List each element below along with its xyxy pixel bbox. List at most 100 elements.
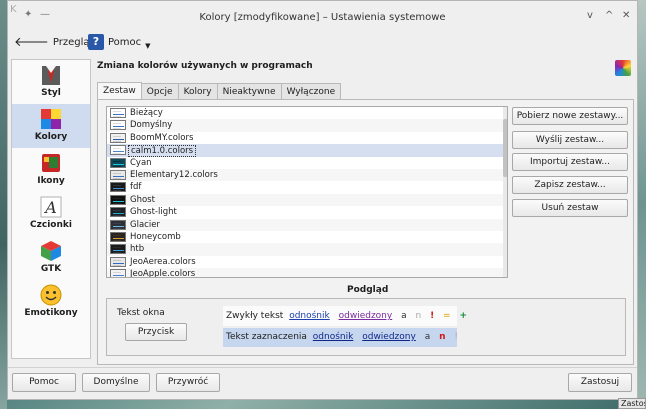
- scheme-list-item[interactable]: calm1.0.colors: [107, 144, 503, 158]
- sidebar-item-label: Styl: [41, 88, 61, 98]
- scheme-list-item[interactable]: Honeycomb: [107, 231, 503, 243]
- reset-button[interactable]: Przywróć: [156, 373, 220, 392]
- scheme-name: Glacier: [130, 219, 160, 230]
- sidebar-item-kolory[interactable]: Kolory: [12, 104, 90, 148]
- scheme-list-item[interactable]: Domyślny: [107, 119, 503, 132]
- scheme-name: calm1.0.colors: [128, 145, 197, 158]
- title-bar[interactable]: K ✦ — Kolory [zmodyfikowane] – Ustawieni…: [8, 1, 637, 31]
- color-scheme-preview-icon: [110, 120, 126, 131]
- arrow-left-icon: 🡐: [14, 35, 49, 50]
- footer-divider: [8, 367, 637, 368]
- scheme-list-item[interactable]: htb: [107, 243, 503, 256]
- color-palette-icon: [615, 60, 631, 76]
- tab-bar: Zestaw Opcje Kolory Nieaktywne Wyłączone: [97, 82, 342, 100]
- sidebar-item-czcionki[interactable]: A Czcionki: [12, 192, 90, 236]
- tab-nieaktywne[interactable]: Nieaktywne: [216, 83, 282, 100]
- sidebar-item-label: Ikony: [37, 176, 65, 186]
- preview-selection-neutral-text: !: [454, 332, 458, 342]
- color-scheme-preview-icon: [110, 170, 126, 180]
- taskbar-item[interactable]: Zastosuj: [618, 398, 646, 409]
- color-scheme-preview-icon: [110, 219, 126, 230]
- tab-wylaczone[interactable]: Wyłączone: [280, 83, 342, 100]
- apply-button[interactable]: Zastosuj: [568, 373, 632, 392]
- page-title: Zmiana kolorów używanych w programach: [97, 61, 313, 71]
- tab-kolory[interactable]: Kolory: [177, 83, 218, 100]
- toolbar: 🡐 Przegląd ? Pomoc ▼: [8, 29, 637, 55]
- scheme-name: Ghost: [130, 194, 155, 205]
- preview-button[interactable]: Przycisk: [125, 323, 187, 341]
- color-scheme-preview-icon: [110, 182, 126, 193]
- preview-selection-visited-link: odwiedzony: [362, 332, 416, 342]
- save-scheme-button[interactable]: Zapisz zestaw...: [512, 176, 628, 194]
- preview-title: Podgląd: [347, 285, 389, 295]
- color-scheme-preview-icon: [110, 207, 126, 218]
- sidebar-item-emotikony[interactable]: Emotikony: [12, 280, 90, 324]
- tab-opcje[interactable]: Opcje: [140, 83, 179, 100]
- scheme-name: Cyan: [130, 157, 152, 168]
- minimize-icon[interactable]: v: [587, 10, 593, 21]
- scheme-panel: Bieżący Domyślny BoomMY.colors calm1.0.colo…: [97, 99, 634, 365]
- color-scheme-preview-icon: [110, 145, 126, 156]
- scheme-list-item[interactable]: Elementary12.colors: [107, 169, 503, 182]
- import-scheme-button[interactable]: Importuj zestaw...: [512, 153, 628, 171]
- scheme-list-item[interactable]: BoomMY.colors: [107, 132, 503, 144]
- preview-selection-negative-text: n: [439, 332, 446, 342]
- scrollbar[interactable]: [503, 107, 507, 277]
- scheme-list-item[interactable]: fdf: [107, 181, 503, 193]
- scheme-list-item[interactable]: JeoApple.colors: [107, 268, 503, 277]
- sidebar-item-gtk[interactable]: GTK: [12, 236, 90, 280]
- sidebar-item-ikony[interactable]: Ikony: [12, 148, 90, 192]
- help-label: Pomoc: [108, 36, 142, 48]
- color-scheme-preview-icon: [110, 108, 126, 118]
- sidebar: Styl Kolory Ikony A Czcionki GTK Emotiko…: [11, 59, 91, 359]
- defaults-button[interactable]: Domyślne: [82, 373, 150, 392]
- preview-box: Tekst okna Przycisk Zwykły tekst odnośni…: [106, 298, 626, 356]
- help-button[interactable]: Pomoc: [12, 373, 76, 392]
- sidebar-item-label: Czcionki: [30, 220, 72, 230]
- preview-selection-link: odnośnik: [312, 332, 354, 342]
- close-icon[interactable]: ✕: [622, 10, 630, 21]
- preview-window-text: Tekst okna: [117, 308, 165, 318]
- desktop-background-right: [638, 0, 646, 409]
- scheme-list-item[interactable]: Glacier: [107, 218, 503, 231]
- color-scheme-preview-icon: [110, 194, 126, 205]
- scheme-name: Domyślny: [130, 120, 173, 131]
- selected-text-label: Tekst zaznaczenia: [226, 332, 307, 342]
- scheme-list-item[interactable]: JeoAerea.colors: [107, 256, 503, 268]
- color-scheme-preview-icon: [110, 256, 126, 267]
- scheme-name: Bieżący: [130, 108, 163, 118]
- remove-scheme-button[interactable]: Usuń zestaw: [512, 199, 628, 217]
- help-menu-button[interactable]: ? Pomoc ▼: [88, 32, 151, 52]
- color-palette-icon: [41, 109, 61, 129]
- normal-text-label: Zwykły tekst: [226, 311, 284, 321]
- box-icon: [42, 154, 60, 172]
- scheme-list-item[interactable]: Cyan: [107, 157, 503, 169]
- preview-link: odnośnik: [289, 311, 330, 321]
- smiley-icon: [40, 284, 62, 306]
- scheme-list[interactable]: Bieżący Domyślny BoomMY.colors calm1.0.colo…: [106, 106, 508, 278]
- scheme-list-item[interactable]: Ghost-light: [107, 206, 503, 218]
- color-scheme-preview-icon: [110, 157, 126, 168]
- svg-text:A: A: [43, 198, 57, 217]
- preview-active-text: a: [401, 311, 407, 321]
- scheme-name: BoomMY.colors: [130, 132, 194, 143]
- scheme-list-item[interactable]: Ghost: [107, 193, 503, 207]
- color-scheme-preview-icon: [110, 269, 126, 277]
- tab-zestaw[interactable]: Zestaw: [97, 82, 142, 100]
- scheme-name: Ghost-light: [130, 207, 177, 218]
- get-new-schemes-button[interactable]: Pobierz nowe zestawy...: [512, 107, 628, 125]
- send-scheme-button[interactable]: Wyślij zestaw...: [512, 131, 628, 149]
- sidebar-item-styl[interactable]: Styl: [12, 60, 90, 104]
- settings-window: K ✦ — Kolory [zmodyfikowane] – Ustawieni…: [7, 0, 638, 400]
- sidebar-item-label: GTK: [40, 264, 62, 274]
- gtk-icon: [41, 241, 61, 261]
- back-button[interactable]: 🡐 Przegląd: [14, 32, 96, 52]
- preview-selection-active-text: a: [424, 332, 431, 342]
- scrollbar-thumb[interactable]: [503, 119, 507, 177]
- maximize-icon[interactable]: ^: [605, 10, 613, 21]
- scheme-list-item[interactable]: Bieżący: [107, 107, 503, 119]
- color-scheme-preview-icon: [110, 232, 126, 242]
- color-scheme-preview-icon: [110, 244, 126, 255]
- preview-normal-text: Zwykły tekst odnośnik odwiedzony a n ! =…: [223, 306, 467, 326]
- preview-negative-text: !: [430, 311, 435, 321]
